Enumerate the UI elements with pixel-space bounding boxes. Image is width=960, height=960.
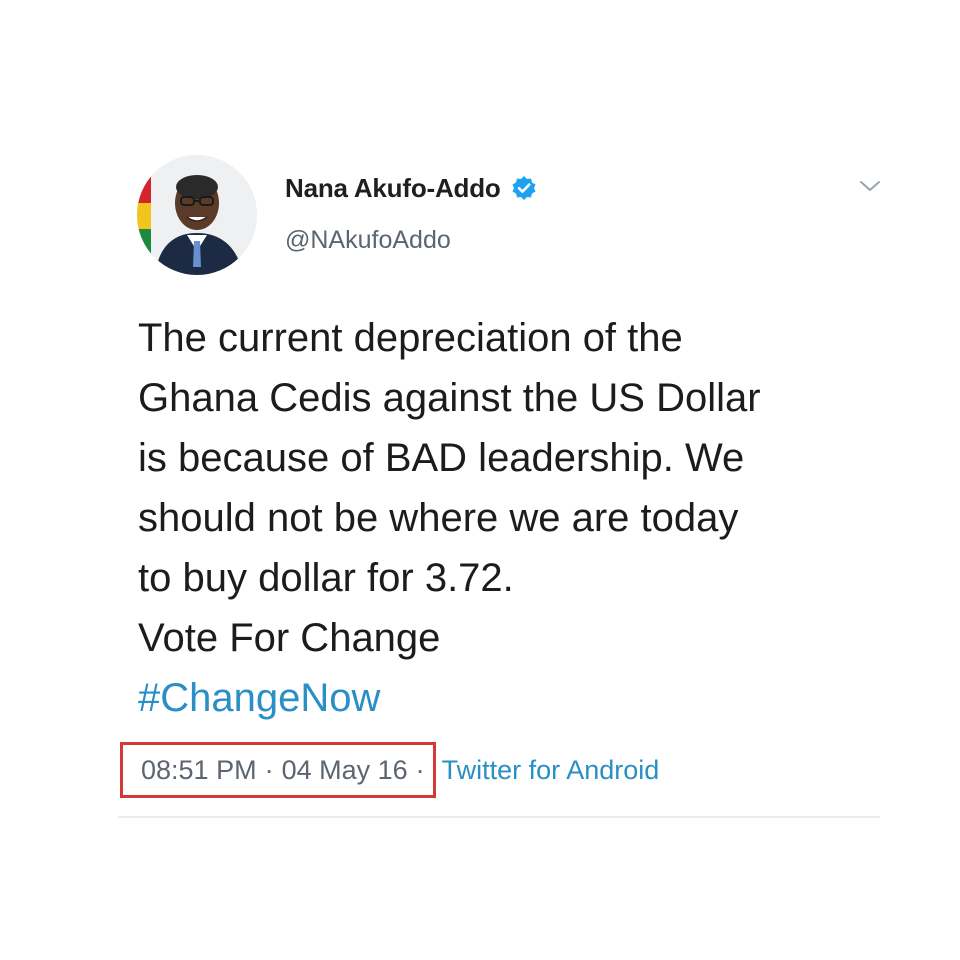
tweet-text-line: Vote For Change — [138, 616, 441, 660]
hashtag-link[interactable]: #ChangeNow — [138, 668, 898, 728]
separator-dot: · — [415, 754, 425, 785]
tweet-text-line: The current depreciation of the — [138, 316, 683, 360]
tweet-time[interactable]: 08:51 PM — [141, 755, 257, 786]
chevron-down-icon[interactable] — [858, 178, 882, 194]
tweet-text-line: Ghana Cedis against the US Dollar — [138, 376, 761, 420]
tweet-text: The current depreciation of the Ghana Ce… — [138, 308, 898, 728]
verified-badge-icon — [511, 175, 537, 201]
display-name[interactable]: Nana Akufo-Addo — [285, 173, 501, 204]
tweet-text-line: to buy dollar for 3.72. — [138, 556, 514, 600]
user-handle[interactable]: @NAkufoAddo — [285, 226, 451, 255]
divider — [118, 816, 880, 818]
tweet-meta: 08:51 PM · 04 May 16 · Twitter for Andro… — [120, 742, 659, 798]
tweet-text-line: is because of BAD leadership. We — [138, 436, 745, 480]
tweet-text-line: should not be where we are today — [138, 496, 739, 540]
tweet-date[interactable]: 04 May 16 — [282, 755, 408, 786]
display-name-row: Nana Akufo-Addo — [285, 170, 537, 206]
avatar-photo-icon — [137, 155, 257, 275]
tweet-card: Nana Akufo-Addo @NAkufoAddo The current … — [0, 0, 960, 960]
separator-dot: · — [264, 754, 274, 785]
timestamp-highlight-box: 08:51 PM · 04 May 16 · — [120, 742, 436, 798]
source-link[interactable]: Twitter for Android — [442, 755, 660, 786]
avatar[interactable] — [137, 155, 257, 275]
